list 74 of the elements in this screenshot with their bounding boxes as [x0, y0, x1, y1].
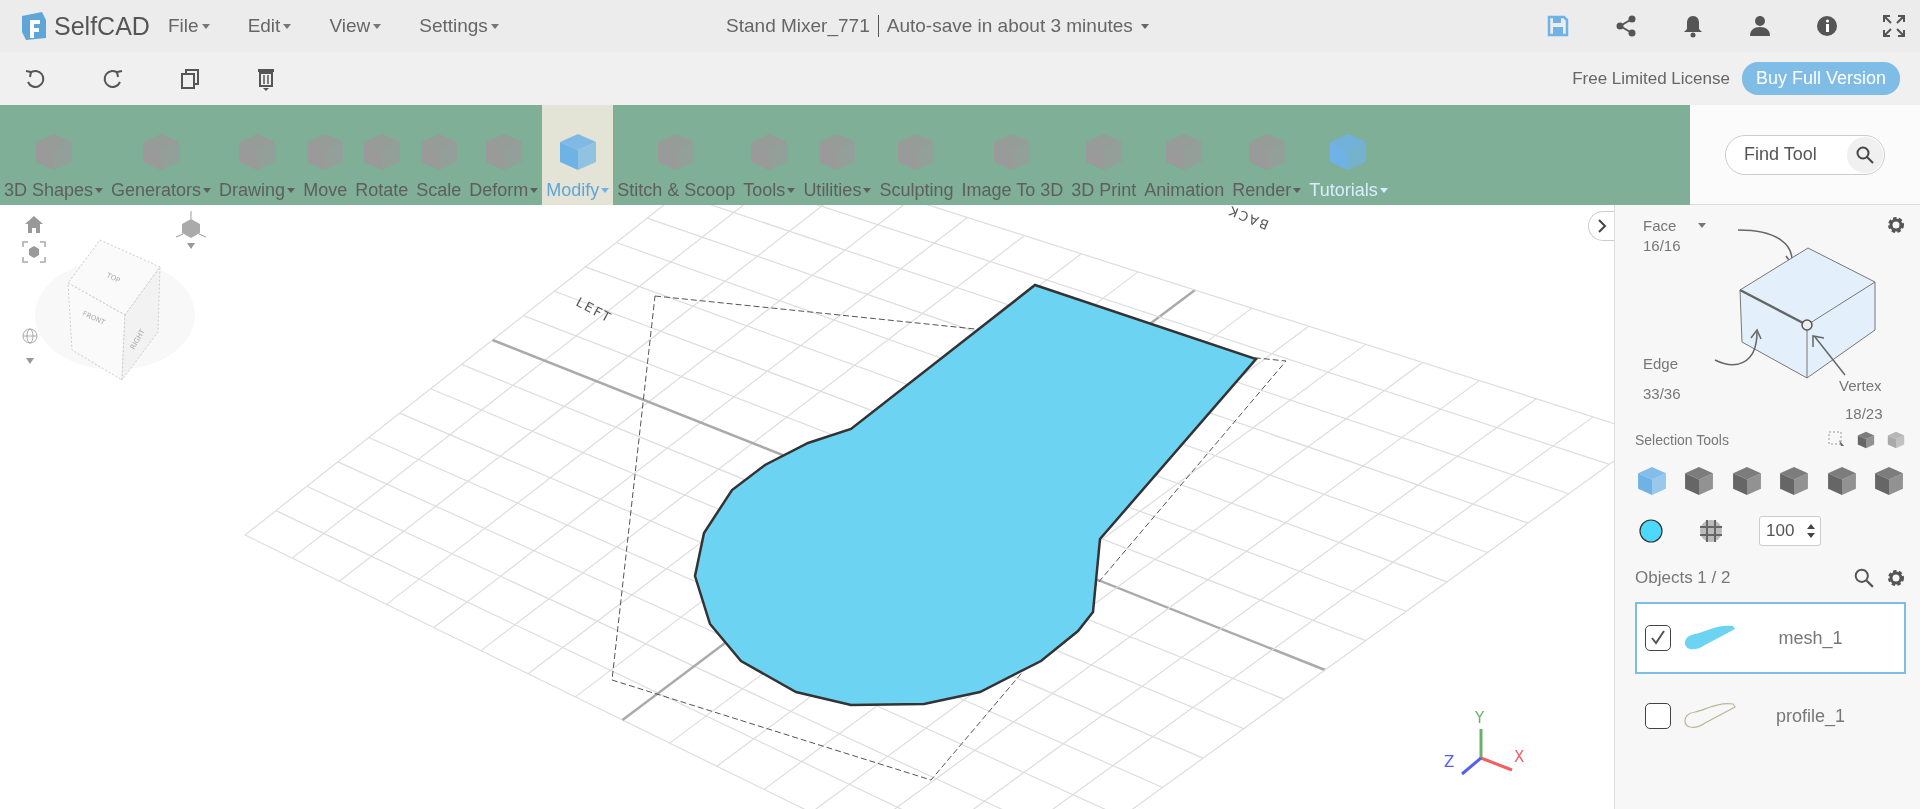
cube-icon [1856, 430, 1876, 450]
opacity-spinner[interactable]: 100 [1759, 516, 1821, 546]
license-text: Free Limited License [1572, 68, 1730, 89]
menu-item[interactable]: File [168, 11, 210, 41]
fit-view-button[interactable] [22, 241, 46, 263]
undo-icon [24, 67, 46, 90]
settings-icon[interactable] [1886, 215, 1906, 235]
ribbon-tool[interactable]: Tutorials [1305, 105, 1392, 205]
edge-label: Edge [1643, 355, 1679, 372]
object-name: profile_1 [1774, 705, 1846, 727]
ribbon-tool[interactable]: Deform [465, 105, 543, 205]
home-icon [24, 215, 44, 233]
frame-cube-icon [22, 241, 46, 263]
objects-title: Objects 1 / 2 [1635, 568, 1731, 588]
ribbon-tool[interactable]: Drawing [215, 105, 300, 205]
copy-icon [180, 67, 200, 90]
edge-count: 33/36 [1643, 385, 1681, 402]
ribbon-tool[interactable]: Modify [542, 105, 614, 205]
ribbon-tool[interactable]: Image To 3D [957, 105, 1068, 205]
ribbon-tool[interactable]: Stitch & Scoop [613, 105, 740, 205]
selection-tools-label: Selection Tools [1635, 432, 1729, 448]
menu-item[interactable]: View [329, 11, 382, 41]
check-icon [1649, 629, 1667, 647]
checkbox[interactable] [1645, 625, 1671, 651]
checkbox[interactable] [1645, 703, 1671, 729]
vertex-count: 18/23 [1845, 405, 1883, 422]
fullscreen-icon[interactable] [1882, 14, 1906, 38]
orbit-icon [22, 328, 38, 366]
user-icon[interactable] [1748, 14, 1772, 38]
settings-icon[interactable] [1886, 568, 1906, 588]
ribbon-tool[interactable]: Sculpting [875, 105, 958, 205]
menu-item[interactable]: Settings [419, 11, 499, 41]
bell-icon[interactable] [1682, 14, 1704, 38]
buy-button[interactable]: Buy Full Version [1741, 62, 1900, 95]
object-row[interactable]: mesh_1 [1635, 602, 1906, 674]
ribbon-tool[interactable]: Utilities [799, 105, 876, 205]
collapse-panel-button[interactable] [1588, 211, 1614, 241]
axis-label: X [1514, 748, 1525, 766]
search-icon [1856, 145, 1874, 164]
box-select-icon[interactable] [1828, 431, 1846, 449]
document-title: Stand Mixer_771 [726, 15, 879, 37]
ribbon-tool[interactable]: Rotate [351, 105, 413, 205]
object-row[interactable]: profile_1 [1635, 680, 1906, 752]
home-button[interactable] [24, 215, 44, 233]
color-swatch[interactable] [1639, 519, 1663, 543]
menu-item[interactable]: Edit [247, 11, 292, 41]
info-icon[interactable] [1816, 15, 1838, 37]
cube-axes-icon [176, 211, 206, 251]
axes-drawing [1461, 729, 1513, 776]
ribbon-tool[interactable]: Render [1228, 105, 1306, 205]
ribbon-tool[interactable]: Generators [107, 105, 216, 205]
selection-mode-dropdown[interactable]: Face [1643, 217, 1707, 234]
search-icon[interactable] [1854, 568, 1874, 588]
cube-icon [1886, 430, 1906, 450]
ribbon-tool[interactable]: Scale [412, 105, 466, 205]
axis-label: Y [1475, 709, 1485, 727]
ribbon-tool[interactable]: 3D Print [1067, 105, 1141, 205]
ribbon-tool[interactable]: Move [299, 105, 352, 205]
spinner-arrows-icon[interactable] [1805, 522, 1817, 540]
ribbon-tool[interactable]: 3D Shapes [0, 105, 108, 205]
vertex-label: Vertex [1839, 377, 1882, 394]
share-icon[interactable] [1614, 14, 1638, 38]
object-name: mesh_1 [1777, 627, 1844, 649]
redo-icon [102, 67, 124, 90]
ribbon-tool[interactable]: Tools [739, 105, 800, 205]
face-count: 16/16 [1643, 237, 1681, 254]
autosave-dropdown[interactable]: Auto-save in about 3 minutes [878, 13, 1157, 39]
ribbon-tool[interactable]: Animation [1140, 105, 1229, 205]
logo-text: SelfCAD [54, 11, 150, 41]
chevron-right-icon [1596, 219, 1607, 233]
texture-sphere-icon[interactable] [1699, 519, 1723, 543]
orbit-button[interactable] [22, 328, 38, 366]
cube-icon [1635, 464, 1669, 498]
axis-label: Z [1444, 753, 1455, 771]
